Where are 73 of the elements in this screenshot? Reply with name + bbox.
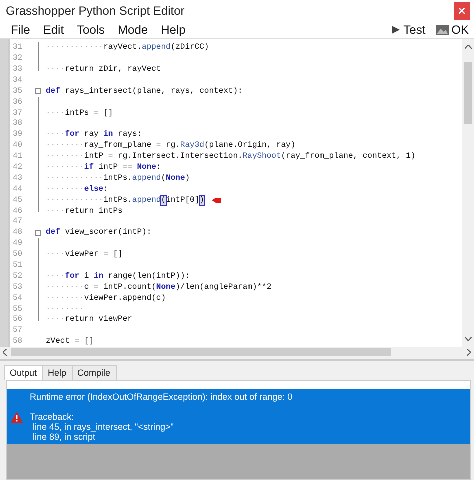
line-number: 41	[12, 152, 24, 162]
code-line: ············rayVect.append(zDirCC)	[45, 43, 210, 52]
code-line: ········	[45, 304, 84, 314]
line-number: 37	[12, 108, 24, 118]
error-message: Runtime error (IndexOutOfRangeException): index out of range: 0	[30, 392, 293, 402]
line-number: 50	[12, 250, 24, 260]
line-number: 32	[12, 54, 24, 64]
code-line: ········else:	[45, 184, 108, 194]
error-entry[interactable]: Runtime error (IndexOutOfRangeException): index out of range: 0 Traceback: line 45, in rays_intersect, "<string>" line 89, in script	[7, 389, 470, 444]
output-tab[interactable]: Help	[42, 365, 73, 380]
close-button[interactable]	[454, 2, 470, 20]
code-line: ········viewPer.append(c)	[45, 294, 166, 303]
code-line: ····for ray in rays:	[45, 130, 142, 140]
menu-item[interactable]: Mode	[112, 22, 156, 37]
line-number: 42	[12, 162, 24, 172]
line-number: 48	[12, 228, 24, 238]
line-number: 55	[12, 304, 24, 314]
line-number: 35	[12, 86, 24, 96]
code-line: ····return zDir, rayVect	[45, 64, 162, 74]
line-number: 31	[12, 43, 24, 52]
code-line: ········if intP == None:	[45, 162, 162, 172]
horizontal-scrollbar[interactable]	[0, 347, 474, 358]
window-title: Grasshopper Python Script Editor	[5, 4, 185, 18]
menu-item[interactable]: Tools	[71, 22, 112, 37]
traceback-line: line 89, in script	[32, 432, 97, 442]
output-tab[interactable]: Compile	[72, 365, 117, 380]
code-line: zVect = []	[45, 337, 94, 346]
code-line: def view_scorer(intP):	[45, 228, 152, 238]
ok-button[interactable]: OK	[430, 22, 474, 37]
warning-icon	[11, 412, 23, 423]
line-number: 54	[12, 294, 24, 303]
code-line: ········c = intP.count(None)/len(angleParam)**2	[45, 282, 272, 292]
line-number: 58	[12, 337, 24, 346]
line-number: 51	[12, 260, 24, 270]
traceback-line: line 45, in rays_intersect, "<string>"	[32, 422, 175, 432]
line-number: 34	[12, 76, 24, 85]
line-number: 44	[12, 184, 24, 194]
line-number: 57	[12, 326, 24, 336]
menu-item[interactable]: Help	[155, 22, 193, 37]
output-tab[interactable]: Output	[4, 365, 44, 380]
line-number: 40	[12, 141, 24, 150]
menu-item[interactable]: File	[5, 22, 38, 37]
line-number: 45	[12, 196, 24, 205]
line-number: 36	[12, 98, 24, 107]
code-line: def rays_intersect(plane, rays, context):	[45, 86, 243, 96]
code-line: ········ray_from_plane = rg.Ray3d(plane.Origin, ray)	[45, 141, 296, 150]
fold-toggle[interactable]	[35, 88, 41, 94]
code-line: ············intPs.append(None)	[45, 174, 190, 183]
line-number: 47	[12, 217, 24, 226]
close-icon	[459, 8, 465, 14]
fold-toggle[interactable]	[35, 230, 41, 236]
line-number: 53	[12, 282, 24, 292]
scrollbar-thumb[interactable]	[464, 62, 472, 124]
code-line: ····for i in range(len(intP)):	[45, 272, 190, 281]
code-editor[interactable]	[8, 39, 462, 348]
line-number: 56	[12, 315, 24, 324]
code-line: ····intPs = []	[45, 108, 114, 118]
line-number: 52	[12, 272, 24, 281]
line-number: 46	[12, 206, 24, 216]
traceback-line: Traceback:	[30, 412, 76, 422]
image-icon	[436, 24, 449, 35]
code-line: ····return intPs	[45, 206, 123, 216]
code-line: ········intP = rg.Intersect.Intersection.RayShoot(ray_from_plane, context, 1)	[45, 152, 416, 162]
line-number: 43	[12, 174, 24, 183]
play-icon	[390, 24, 401, 35]
menu-item[interactable]: Edit	[37, 22, 72, 37]
code-line: ····return viewPer	[45, 315, 132, 324]
line-number: 39	[12, 130, 24, 140]
line-number: 38	[12, 119, 24, 128]
code-line: ····viewPer = []	[45, 250, 123, 260]
test-button[interactable]: Test	[386, 22, 431, 37]
line-number: 33	[12, 64, 24, 74]
line-number: 49	[12, 239, 24, 248]
